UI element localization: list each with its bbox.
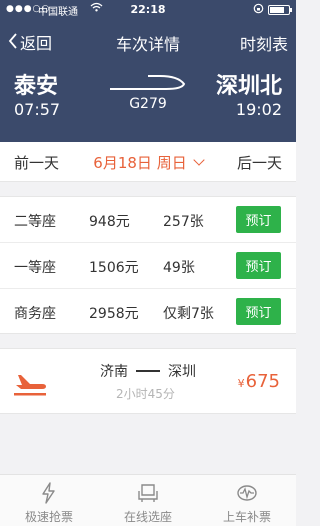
flight-from-city: 济南 (100, 364, 128, 380)
header: ●●●○○ 中国联通 22:18 返回 车次详情 时刻表 泰安 07:57 G2… (0, 0, 296, 142)
currency-symbol: ¥ (237, 377, 245, 390)
seat-row: 一等座 1506元 49张 预订 (0, 243, 296, 289)
date-label: 6月18日 周日 (93, 154, 187, 172)
seat-price: 1506元 (89, 260, 139, 276)
rotation-lock-icon (253, 3, 264, 17)
flight-duration: 2小时45分 (116, 387, 175, 401)
seat-remaining: 仅剩7张 (163, 306, 214, 322)
status-bar: ●●●○○ 中国联通 22:18 (0, 0, 296, 20)
train-icon (108, 72, 188, 92)
date-selector[interactable]: 6月18日 周日 (93, 152, 205, 173)
previous-day-button[interactable]: 前一天 (14, 152, 59, 173)
seat-row: 商务座 2958元 仅剩7张 预订 (0, 289, 296, 335)
chevron-down-icon (193, 154, 205, 166)
tab-label: 上车补票 (222, 510, 271, 524)
book-button[interactable]: 预订 (236, 252, 281, 279)
book-button[interactable]: 预订 (236, 206, 281, 233)
flight-price-value: 675 (245, 371, 280, 392)
book-button[interactable]: 预订 (236, 298, 281, 325)
flight-suggestion-card[interactable]: 济南 深圳 2小时45分 ¥675 (0, 348, 296, 414)
tab-label: 在线选座 (123, 510, 172, 524)
tab-seat-selection[interactable]: 在线选座 (99, 475, 197, 526)
seat-class: 二等座 (14, 214, 56, 230)
seat-price: 948元 (89, 214, 130, 230)
bottom-tab-bar: 极速抢票 在线选座 上车补票 (0, 474, 296, 526)
flight-route: 济南 深圳 (100, 361, 196, 381)
seat-class: 一等座 (14, 260, 56, 276)
seat-icon (138, 484, 158, 502)
back-label: 返回 (20, 34, 53, 53)
arrival-station: 深圳北 (215, 74, 282, 99)
nav-bar: 返回 车次详情 时刻表 (0, 24, 296, 58)
seat-remaining: 257张 (163, 214, 204, 230)
chevron-left-icon (8, 32, 18, 53)
seat-class: 商务座 (14, 306, 56, 322)
seat-remaining: 49张 (163, 260, 195, 276)
tab-label: 极速抢票 (24, 510, 73, 524)
clock: 22:18 (130, 3, 166, 16)
ticket-icon (237, 485, 257, 501)
battery-fill (270, 7, 285, 13)
tab-fast-booking[interactable]: 极速抢票 (0, 475, 98, 526)
tab-onboard-ticket[interactable]: 上车补票 (198, 475, 296, 526)
lightning-icon (42, 482, 55, 504)
flight-to-city: 深圳 (168, 364, 196, 380)
seat-row: 二等座 948元 257张 预订 (0, 197, 296, 243)
timetable-button[interactable]: 时刻表 (240, 31, 288, 55)
next-day-button[interactable]: 后一天 (237, 152, 282, 173)
seat-list: 二等座 948元 257张 预订 一等座 1506元 49张 预订 商务座 29… (0, 196, 296, 334)
battery-icon (268, 5, 292, 15)
arrival-time: 19:02 (235, 100, 282, 119)
route-summary: 泰安 07:57 G279 深圳北 19:02 (0, 62, 296, 134)
seat-price: 2958元 (89, 306, 139, 322)
route-dash (136, 370, 160, 372)
flight-price: ¥675 (238, 371, 280, 392)
back-button[interactable]: 返回 (8, 30, 52, 54)
airplane-icon (12, 367, 48, 397)
date-bar: 前一天 6月18日 周日 后一天 (0, 142, 296, 182)
